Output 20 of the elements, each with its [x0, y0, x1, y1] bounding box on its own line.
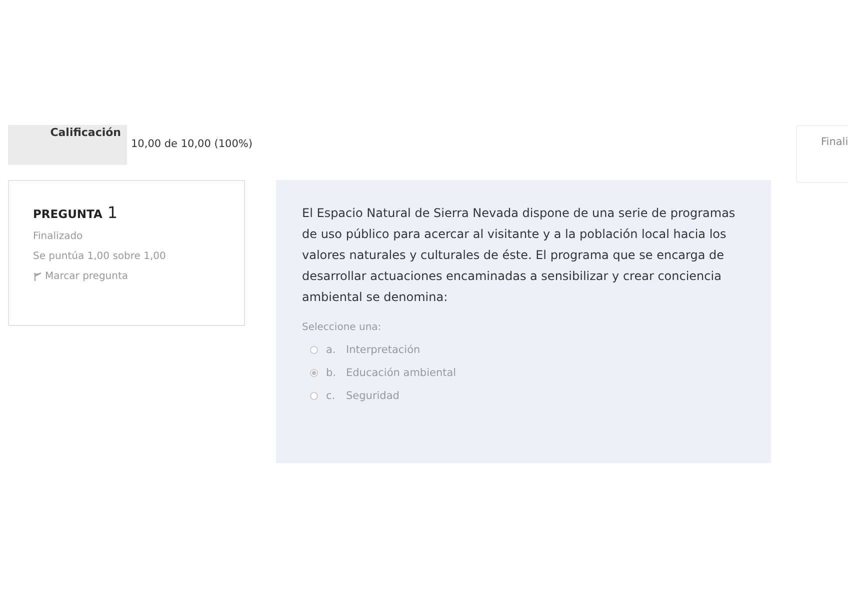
option-label[interactable]: Educación ambiental [346, 367, 456, 379]
grade-label: Calificación [8, 125, 127, 165]
radio-button[interactable] [310, 369, 318, 377]
select-prompt: Seleccione una: [302, 322, 382, 333]
flag-icon[interactable] [33, 272, 42, 281]
question-score: Se puntúa 1,00 sobre 1,00 [33, 251, 167, 262]
option-label[interactable]: Interpretación [346, 344, 420, 356]
option-letter: a. [326, 344, 337, 356]
radio-button[interactable] [310, 392, 318, 400]
option-label[interactable]: Seguridad [346, 390, 400, 402]
question-heading: PREGUNTA [33, 207, 102, 221]
option-letter: c. [326, 390, 336, 402]
radio-button[interactable] [310, 346, 318, 354]
option-letter: b. [326, 367, 338, 379]
side-card: Finali [796, 125, 848, 183]
question-number: 1 [107, 203, 118, 222]
grade-value: 10,00 de 10,00 (100%) [131, 138, 252, 150]
question-text: El Espacio Natural de Sierra Nevada dispone de una serie de programas de uso público para acercar al visitante y a la población local hacia los valores naturales y culturales de éste. El programa que se encarga de desarrollar actuaciones encaminadas a sensibilizar y crear conciencia ambiental se denomina: [302, 205, 736, 306]
question-status: Finalizado [33, 231, 84, 242]
flag-link[interactable]: Marcar pregunta [45, 271, 128, 282]
